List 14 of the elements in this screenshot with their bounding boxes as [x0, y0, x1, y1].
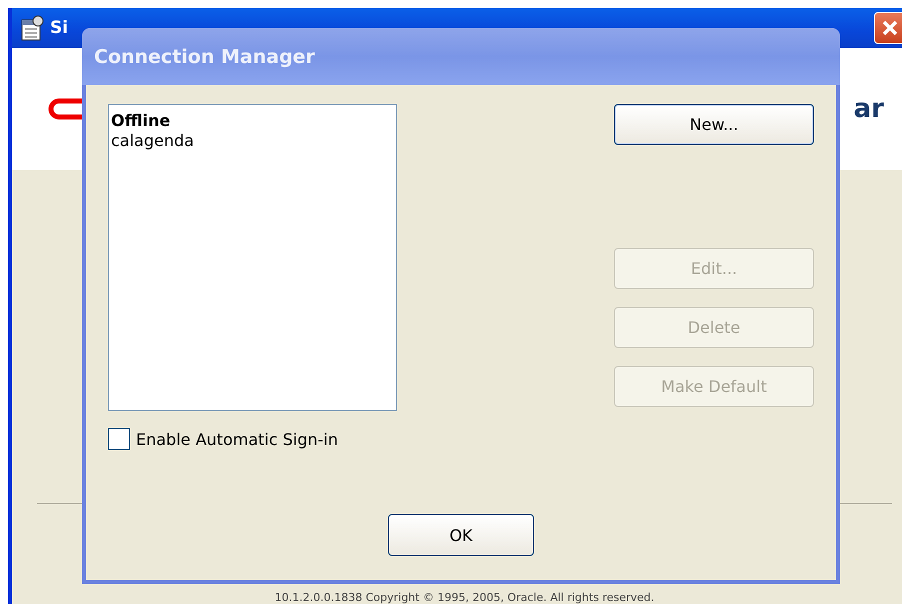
close-icon [881, 19, 899, 37]
copyright-text: 10.1.2.0.0.1838 Copyright © 1995, 2005, Oracle. All rights reserved. [274, 591, 654, 604]
checkbox[interactable] [108, 428, 130, 450]
window-title: Si [50, 18, 68, 38]
checkbox-label: Enable Automatic Sign-in [136, 430, 338, 448]
close-button[interactable] [874, 12, 902, 44]
connection-item[interactable]: calagenda [111, 131, 194, 151]
calendar-icon [20, 15, 44, 41]
banner-text: ar [854, 94, 884, 124]
ok-button[interactable]: OK [388, 514, 534, 556]
dialog-title: Connection Manager [94, 46, 315, 68]
connection-list[interactable]: Offline calagenda [108, 104, 397, 411]
connection-item[interactable]: Offline [111, 111, 170, 131]
dialog-button[interactable]: New... [614, 104, 814, 145]
